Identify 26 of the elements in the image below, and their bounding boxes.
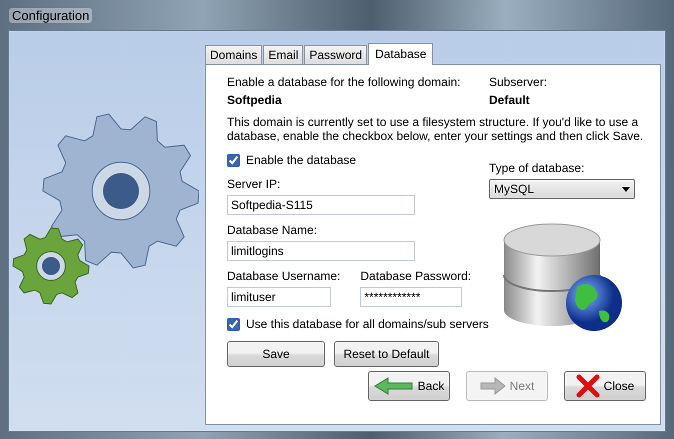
enable-label: Enable the database [246, 152, 356, 169]
back-button[interactable]: Back [368, 371, 450, 401]
field-label: Server IP: [227, 177, 282, 191]
close-button[interactable]: Close [564, 371, 646, 401]
subserver-name: Default [489, 93, 531, 107]
tab[interactable]: Email [263, 45, 304, 64]
tab[interactable]: Password [304, 45, 368, 64]
window-title: Configuration [9, 8, 92, 23]
field-label: Database Password: [360, 269, 472, 283]
description-text: This domain is currently set to use a filesystem structure. If you'd like to use a database, enable the checkbox below, enter your settings and then click Save. [227, 115, 644, 143]
tab[interactable]: Domains [205, 45, 262, 64]
username-field[interactable]: limituser [227, 287, 331, 307]
subserver-label: Subserver: [489, 75, 548, 89]
field-label: Database Username: [227, 269, 340, 283]
use-for-all-label: Use this database for all domains/sub servers [246, 316, 489, 333]
reset-button[interactable]: Reset to Default [334, 341, 439, 367]
domain-label: Enable a database for the following domain: [227, 75, 462, 89]
tab[interactable]: Database [368, 43, 434, 65]
field-label: Database Name: [227, 223, 318, 237]
database-name-field[interactable]: limitlogins [227, 241, 415, 261]
type-label: Type of database: [489, 161, 586, 175]
database-type-dropdown[interactable]: MySQL [489, 179, 635, 199]
save-button[interactable]: Save [227, 341, 325, 367]
domain-name: Softpedia [227, 93, 283, 107]
server-ip-field[interactable]: Softpedia-S115 [227, 195, 415, 215]
password-field[interactable]: ************ [360, 287, 462, 307]
